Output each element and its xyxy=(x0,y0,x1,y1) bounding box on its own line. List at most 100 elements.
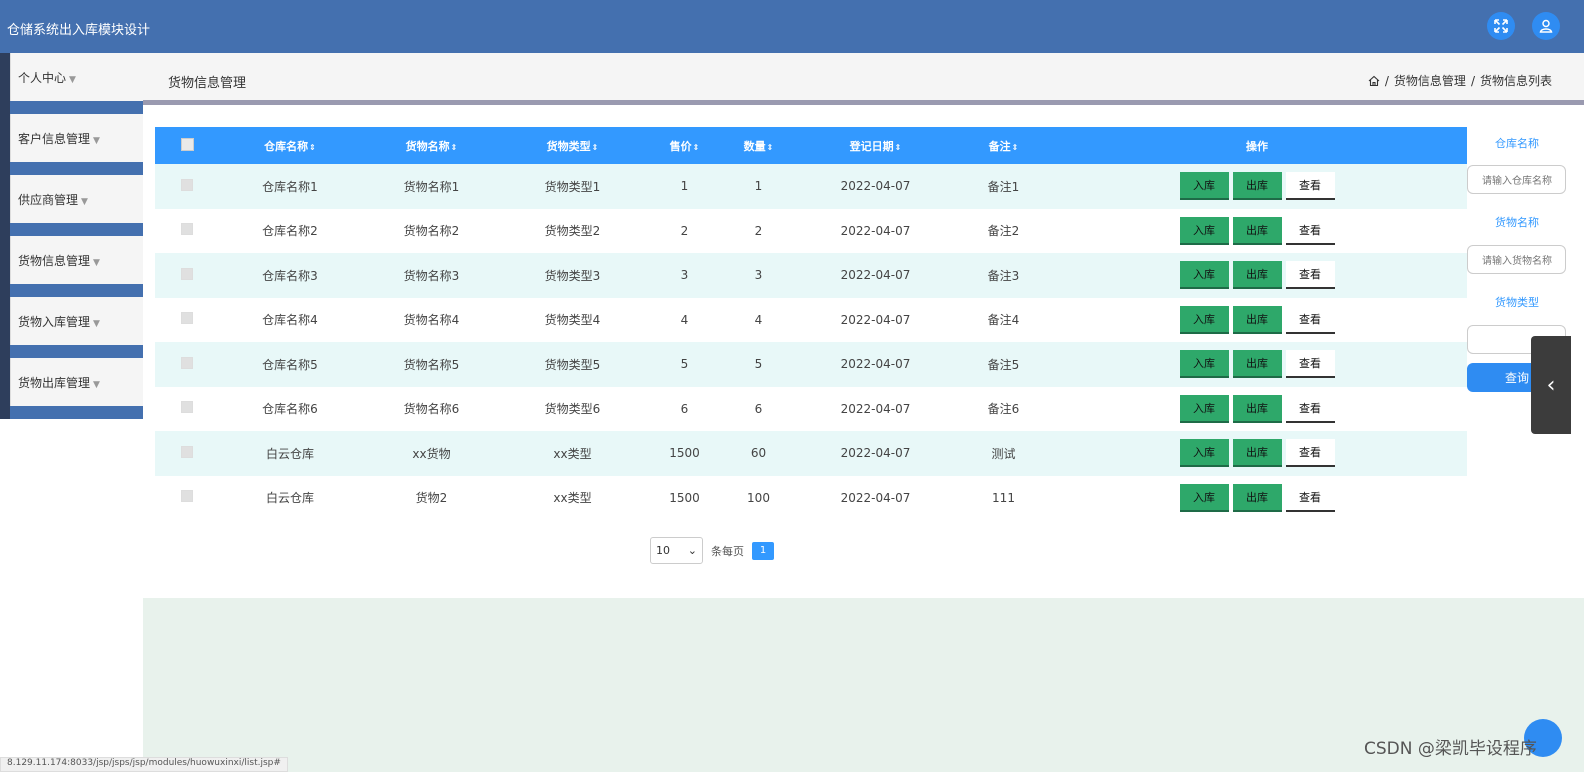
outbound-button[interactable]: 出库 xyxy=(1232,216,1282,245)
sidebar-item-goods-info[interactable]: 货物信息管理 ▼ xyxy=(0,236,143,297)
sort-icon[interactable]: ⇕ xyxy=(1012,143,1019,152)
table-cell: 白云仓库 xyxy=(265,491,314,506)
inbound-button[interactable]: 入库 xyxy=(1179,216,1229,245)
inbound-button[interactable]: 入库 xyxy=(1179,439,1229,468)
row-checkbox[interactable] xyxy=(155,476,219,521)
table-cell: xx类型 xyxy=(553,446,592,461)
table-cell: 1500 xyxy=(669,446,700,461)
sidebar-item-label: 货物信息管理 xyxy=(18,254,91,268)
outbound-button[interactable]: 出库 xyxy=(1232,439,1282,468)
table-cell: 备注6 xyxy=(987,402,1020,417)
table-cell: 货物名称5 xyxy=(403,357,460,372)
warehouse-search-input[interactable]: 请输入仓库名称 xyxy=(1467,165,1566,194)
row-checkbox[interactable] xyxy=(155,387,219,432)
pagination: 10 ⌄ 条每页 1 xyxy=(650,537,774,564)
chevron-down-icon: ⌄ xyxy=(687,544,697,557)
outbound-button[interactable]: 出库 xyxy=(1232,483,1282,512)
view-button[interactable]: 查看 xyxy=(1285,305,1335,334)
sidebar-item-customer-info[interactable]: 客户信息管理 ▼ xyxy=(0,114,143,175)
view-button[interactable]: 查看 xyxy=(1285,172,1335,201)
view-button[interactable]: 查看 xyxy=(1285,261,1335,290)
collapse-panel-toggle[interactable]: ‹ xyxy=(1531,336,1571,434)
column-header-remark[interactable]: 备注⇕ xyxy=(960,127,1047,164)
select-all-checkbox[interactable] xyxy=(155,127,219,164)
outbound-button[interactable]: 出库 xyxy=(1232,261,1282,290)
sort-icon[interactable]: ⇕ xyxy=(309,143,316,152)
row-actions: 入库 出库 查看 xyxy=(1047,253,1467,298)
column-header-date[interactable]: 登记日期⇕ xyxy=(791,127,960,164)
caret-down-icon: ▼ xyxy=(81,197,88,207)
view-button[interactable]: 查看 xyxy=(1285,350,1335,379)
inbound-button[interactable]: 入库 xyxy=(1179,350,1229,379)
table-cell: 2022-04-07 xyxy=(840,357,911,372)
goods-search-input[interactable]: 请输入货物名称 xyxy=(1467,245,1566,274)
sort-icon[interactable]: ⇕ xyxy=(451,143,458,152)
row-actions: 入库 出库 查看 xyxy=(1047,164,1467,209)
chevron-left-icon: ‹ xyxy=(1546,372,1556,398)
table-cell: 备注5 xyxy=(987,357,1020,372)
breadcrumb-item[interactable]: 货物信息管理 xyxy=(1394,72,1466,89)
sort-icon[interactable]: ⇕ xyxy=(592,143,599,152)
caret-down-icon: ▼ xyxy=(93,136,100,146)
table-cell: 货物类型6 xyxy=(544,402,601,417)
table-cell: 6 xyxy=(680,401,689,416)
user-icon[interactable] xyxy=(1532,12,1560,40)
row-checkbox[interactable] xyxy=(155,298,219,343)
type-search-label: 货物类型 xyxy=(1495,296,1539,309)
row-checkbox[interactable] xyxy=(155,342,219,387)
fullscreen-icon[interactable] xyxy=(1487,12,1515,40)
table-cell: 111 xyxy=(992,490,1015,505)
column-header-goods-type[interactable]: 货物类型⇕ xyxy=(502,127,643,164)
inbound-button[interactable]: 入库 xyxy=(1179,172,1229,201)
row-checkbox[interactable] xyxy=(155,164,219,209)
column-header-price[interactable]: 售价⇕ xyxy=(643,127,726,164)
column-header-warehouse[interactable]: 仓库名称⇕ xyxy=(219,127,361,164)
sidebar-item-supplier[interactable]: 供应商管理 ▼ xyxy=(0,175,143,236)
row-checkbox[interactable] xyxy=(155,209,219,254)
inbound-button[interactable]: 入库 xyxy=(1179,483,1229,512)
view-button[interactable]: 查看 xyxy=(1285,439,1335,468)
view-button[interactable]: 查看 xyxy=(1285,216,1335,245)
table-cell: 货物名称2 xyxy=(403,224,460,239)
table-cell: 货物类型2 xyxy=(544,224,601,239)
table-cell: 仓库名称6 xyxy=(262,402,318,417)
row-actions: 入库 出库 查看 xyxy=(1047,209,1467,254)
sort-icon[interactable]: ⇕ xyxy=(895,143,902,152)
sort-icon[interactable]: ⇕ xyxy=(693,143,700,152)
table-cell: 5 xyxy=(754,357,763,372)
table-cell: xx货物 xyxy=(412,446,451,461)
page-title: 货物信息管理 xyxy=(168,76,247,91)
table-cell: 货物类型5 xyxy=(544,357,601,372)
sort-icon[interactable]: ⇕ xyxy=(767,143,774,152)
outbound-button[interactable]: 出库 xyxy=(1232,172,1282,201)
page-size-select[interactable]: 10 ⌄ xyxy=(650,537,703,564)
column-header-actions: 操作 xyxy=(1246,139,1268,153)
sidebar-item-goods-inbound[interactable]: 货物入库管理 ▼ xyxy=(0,297,143,358)
table-row: 仓库名称2 货物名称2 货物类型2 2 2 2022-04-07 备注2 入库 出库 查看 xyxy=(155,208,1467,254)
inbound-button[interactable]: 入库 xyxy=(1179,261,1229,290)
row-actions: 入库 出库 查看 xyxy=(1047,387,1467,432)
row-checkbox[interactable] xyxy=(155,253,219,298)
row-actions: 入库 出库 查看 xyxy=(1047,476,1467,521)
view-button[interactable]: 查看 xyxy=(1285,483,1335,512)
column-header-goods-name[interactable]: 货物名称⇕ xyxy=(361,127,502,164)
sidebar: 个人中心 ▼ 客户信息管理 ▼ 供应商管理 ▼ 货物信息管理 ▼ 货物入库管理 ▼ 货物出… xyxy=(0,53,143,419)
inbound-button[interactable]: 入库 xyxy=(1179,394,1229,423)
column-header-quantity[interactable]: 数量⇕ xyxy=(726,127,791,164)
sidebar-item-personal-center[interactable]: 个人中心 ▼ xyxy=(0,53,143,114)
view-button[interactable]: 查看 xyxy=(1285,394,1335,423)
inbound-button[interactable]: 入库 xyxy=(1179,305,1229,334)
page-number-button[interactable]: 1 xyxy=(752,541,774,560)
table-cell: 货物名称1 xyxy=(403,179,460,194)
home-icon[interactable] xyxy=(1368,75,1380,87)
outbound-button[interactable]: 出库 xyxy=(1232,305,1282,334)
outbound-button[interactable]: 出库 xyxy=(1232,394,1282,423)
sidebar-item-goods-outbound[interactable]: 货物出库管理 ▼ xyxy=(0,358,143,419)
table-cell: 货物类型4 xyxy=(544,313,601,328)
table-cell: 1 xyxy=(680,179,689,194)
table-cell: 2 xyxy=(680,223,689,238)
per-page-label: 条每页 xyxy=(711,544,744,558)
outbound-button[interactable]: 出库 xyxy=(1232,350,1282,379)
row-checkbox[interactable] xyxy=(155,431,219,476)
table-cell: 1 xyxy=(754,179,763,194)
